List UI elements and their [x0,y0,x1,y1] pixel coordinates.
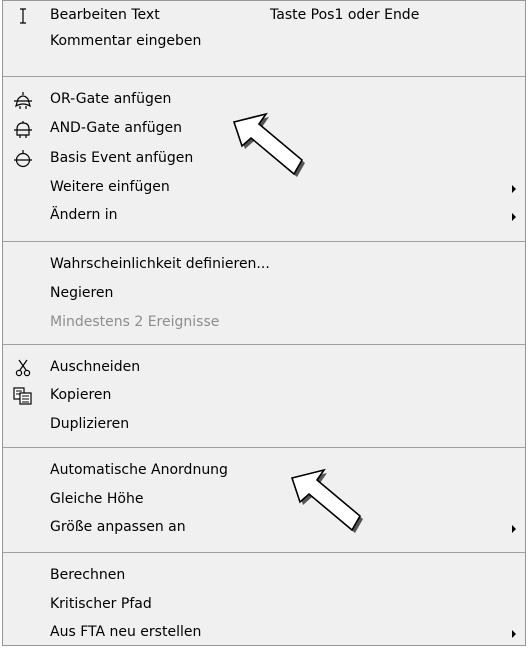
menu-item-label: Auschneiden [50,359,141,375]
menu-separator [3,76,525,77]
menu-item-groesse-anpassen-an[interactable]: Größe anpassen an [3,515,525,541]
menu-item-berechnen[interactable]: Berechnen [3,563,525,589]
menu-item-negieren[interactable]: Negieren [3,281,525,307]
copy-icon [13,387,33,405]
menu-item-label: Berechnen [50,567,126,583]
submenu-arrow-icon [512,630,516,638]
menu-item-label: Größe anpassen an [50,519,186,535]
and-gate-icon [13,120,33,138]
or-gate-icon [13,91,33,109]
menu-separator [3,447,525,448]
menu-item-label: Aus FTA neu erstellen [50,624,202,640]
menu-separator [3,552,525,553]
menu-item-kommentar-eingeben[interactable]: Kommentar eingeben [3,29,525,55]
menu-item-label: Basis Event anfügen [50,150,194,166]
menu-separator [3,241,525,242]
menu-item-label: Wahrscheinlichkeit definieren... [50,256,270,272]
menu-item-shortcut: Taste Pos1 oder Ende [270,7,420,23]
menu-item-label: Kommentar eingeben [50,33,202,49]
menu-item-aendern-in[interactable]: Ändern in [3,203,525,229]
menu-item-label: Ändern in [50,207,118,223]
menu-item-automatische-anordnung[interactable]: Automatische Anordnung [3,458,525,484]
menu-item-mindestens-2-ereignisse: Mindestens 2 Ereignisse [3,310,525,336]
callout-arrow-icon [290,468,363,533]
menu-item-label: Weitere einfügen [50,179,170,195]
menu-item-label: Kopieren [50,387,112,403]
menu-item-label: Automatische Anordnung [50,462,228,478]
menu-item-wahrscheinlichkeit-definieren[interactable]: Wahrscheinlichkeit definieren... [3,252,525,278]
text-cursor-icon [13,7,33,25]
menu-item-auschneiden[interactable]: Auschneiden [3,355,525,381]
menu-item-label: Bearbeiten Text [50,7,160,23]
menu-item-bearbeiten-text[interactable]: Bearbeiten Text Taste Pos1 oder Ende [3,3,525,29]
menu-item-aus-fta-neu-erstellen[interactable]: Aus FTA neu erstellen [3,620,525,646]
menu-item-label: AND-Gate anfügen [50,120,183,136]
basis-event-icon [13,150,33,168]
menu-item-label: Gleiche Höhe [50,491,144,507]
callout-arrow-icon [232,112,305,177]
menu-item-label: OR-Gate anfügen [50,91,172,107]
menu-item-duplizieren[interactable]: Duplizieren [3,412,525,438]
menu-item-label: Kritischer Pfad [50,596,152,612]
menu-item-label: Negieren [50,285,114,301]
menu-item-gleiche-hoehe[interactable]: Gleiche Höhe [3,487,525,513]
submenu-arrow-icon [512,525,516,533]
menu-item-label: Duplizieren [50,416,130,432]
context-menu: Bearbeiten Text Taste Pos1 oder Ende Kom… [2,0,526,646]
menu-item-kritischer-pfad[interactable]: Kritischer Pfad [3,592,525,618]
menu-item-label: Mindestens 2 Ereignisse [50,314,220,330]
menu-item-or-gate-anfuegen[interactable]: OR-Gate anfügen [3,87,525,113]
submenu-arrow-icon [512,185,516,193]
scissors-icon [13,359,33,377]
menu-item-kopieren[interactable]: Kopieren [3,383,525,409]
menu-separator [3,344,525,345]
submenu-arrow-icon [512,213,516,221]
